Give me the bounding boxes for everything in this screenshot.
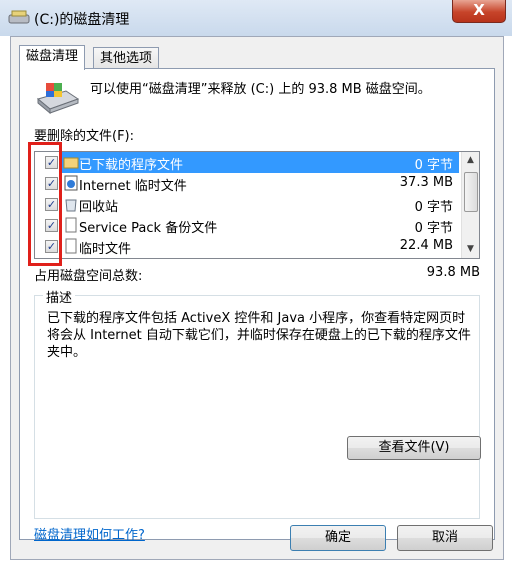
dialog-frame: 磁盘清理 其他选项 可以使用“磁盘清理”来释放 (C:) 上的 93.8 MB … — [10, 36, 504, 560]
file-category-size: 0 字节 — [414, 221, 453, 236]
file-category-size: 0 字节 — [414, 200, 453, 215]
view-files-button[interactable]: 查看文件(V) — [347, 436, 481, 460]
list-item[interactable]: ✓ Service Pack 备份文件 0 字节 — [35, 215, 459, 236]
close-button[interactable]: X — [452, 0, 506, 23]
folder-icon — [63, 157, 79, 169]
highlight-box — [28, 142, 62, 266]
file-category-size: 0 字节 — [414, 158, 453, 173]
list-item[interactable]: ✓ Internet 临时文件 37.3 MB — [35, 173, 459, 194]
file-category-size: 22.4 MB — [399, 238, 453, 253]
scroll-up-arrow-icon[interactable]: ▲ — [462, 152, 479, 169]
files-list[interactable]: ✓ 已下载的程序文件 0 字节 ✓ Internet 临时文件 37.3 MB … — [34, 151, 480, 259]
file-category-size: 37.3 MB — [399, 175, 453, 190]
description-title: 描述 — [43, 287, 76, 306]
tab-panel: 可以使用“磁盘清理”来释放 (C:) 上的 93.8 MB 磁盘空间。 要删除的… — [19, 68, 495, 543]
file-category-name: 回收站 — [79, 200, 119, 215]
cancel-button[interactable]: 取消 — [397, 525, 493, 551]
ok-button[interactable]: 确定 — [290, 525, 386, 551]
file-category-name: 临时文件 — [79, 242, 132, 257]
disk-drive-icon — [36, 83, 80, 115]
description-text: 已下载的程序文件包括 ActiveX 控件和 Java 小程序，你查看特定网页时… — [47, 311, 471, 360]
description-group: 描述 已下载的程序文件包括 ActiveX 控件和 Java 小程序，你查看特定… — [34, 287, 481, 519]
scroll-down-arrow-icon[interactable]: ▼ — [462, 241, 479, 258]
window-title: (C:)的磁盘清理 — [34, 12, 130, 28]
list-scrollbar[interactable]: ▲ ▼ — [461, 152, 479, 258]
disk-cleanup-app-icon — [8, 10, 30, 24]
cleanup-summary: 可以使用“磁盘清理”来释放 (C:) 上的 93.8 MB 磁盘空间。 — [90, 82, 431, 97]
list-item[interactable]: ✓ 临时文件 22.4 MB — [35, 236, 459, 257]
tab-more-options[interactable]: 其他选项 — [93, 47, 160, 70]
total-space-label: 占用磁盘空间总数: — [34, 269, 143, 284]
recycle-bin-icon — [65, 199, 77, 212]
tab-disk-cleanup[interactable]: 磁盘清理 — [19, 45, 86, 70]
total-space-value: 93.8 MB — [426, 265, 480, 280]
internet-page-icon — [64, 175, 78, 191]
disk-cleanup-window: (C:)的磁盘清理 X 磁盘清理 其他选项 可以使用“磁盘清理”来释放 (C:)… — [0, 0, 512, 567]
file-category-name: 已下载的程序文件 — [79, 158, 184, 173]
scroll-thumb[interactable] — [464, 172, 478, 212]
file-category-name: Internet 临时文件 — [79, 179, 187, 194]
help-link[interactable]: 磁盘清理如何工作? — [34, 524, 145, 543]
list-item[interactable]: ✓ 已下载的程序文件 0 字节 — [35, 152, 459, 173]
title-bar[interactable]: (C:)的磁盘清理 X — [0, 0, 512, 36]
list-item[interactable]: ✓ 回收站 0 字节 — [35, 194, 459, 215]
temp-file-icon — [65, 238, 77, 254]
backup-file-icon — [65, 217, 77, 233]
file-category-name: Service Pack 备份文件 — [79, 221, 218, 236]
